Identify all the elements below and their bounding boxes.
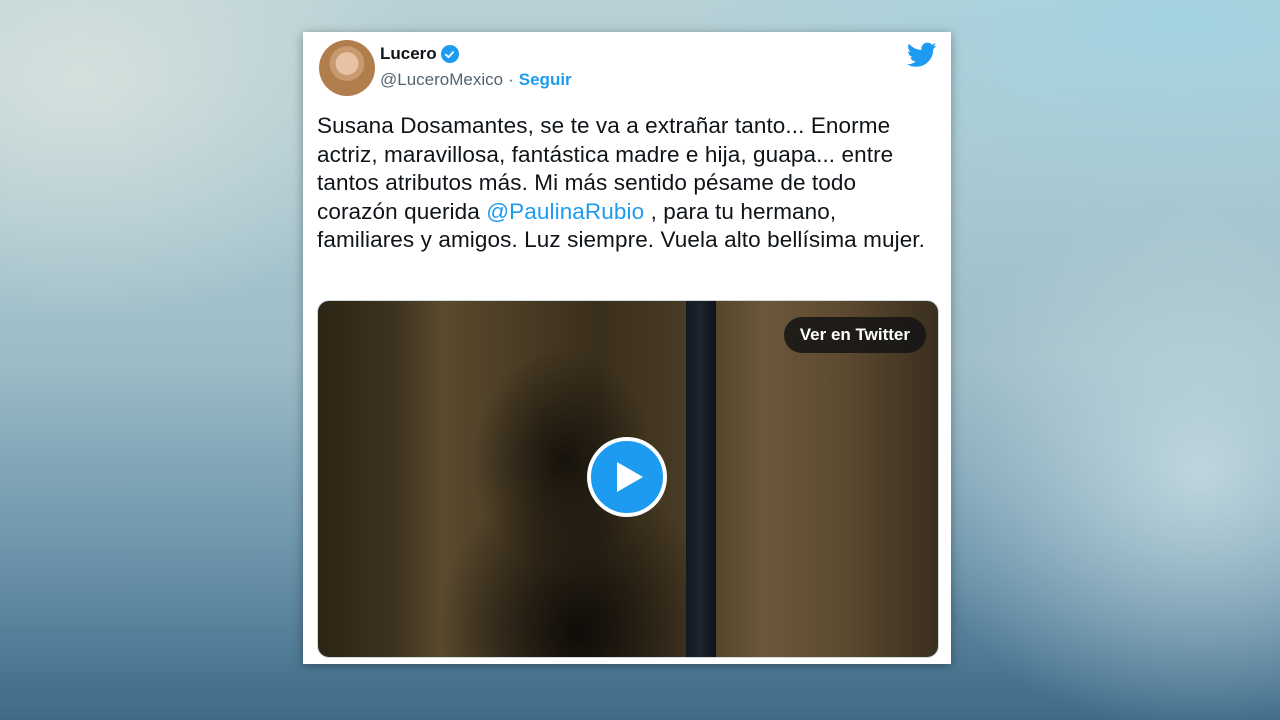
tweet-card: Lucero @LuceroMexico · Seguir Susana Dos…	[303, 32, 951, 664]
author-handle-row: @LuceroMexico · Seguir	[380, 70, 572, 90]
author-handle[interactable]: @LuceroMexico	[380, 70, 503, 90]
tweet-text: Susana Dosamantes, se te va a extrañar t…	[317, 112, 939, 255]
play-icon	[617, 462, 643, 492]
video-thumbnail	[686, 301, 716, 657]
view-on-twitter-button[interactable]: Ver en Twitter	[783, 317, 926, 353]
follow-button[interactable]: Seguir	[519, 70, 572, 90]
verified-badge-icon	[440, 45, 459, 63]
separator-dot: ·	[508, 70, 514, 89]
author-name[interactable]: Lucero	[380, 44, 437, 64]
author-name-row: Lucero	[380, 44, 459, 64]
avatar[interactable]	[319, 40, 375, 96]
twitter-bird-icon[interactable]	[907, 42, 937, 68]
mention-link[interactable]: @PaulinaRubio	[486, 199, 644, 224]
play-button[interactable]	[587, 437, 667, 517]
video-player[interactable]: Ver en Twitter	[317, 300, 939, 658]
